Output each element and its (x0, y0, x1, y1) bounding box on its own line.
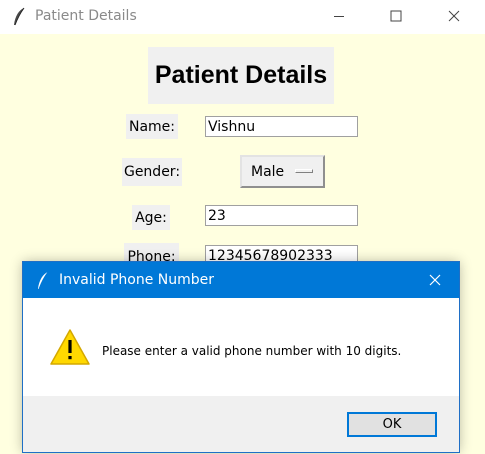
minimize-button[interactable] (316, 0, 362, 32)
error-dialog: Invalid Phone Number Please enter a vali… (23, 262, 459, 452)
maximize-icon (390, 10, 402, 22)
feather-icon (12, 7, 26, 27)
warning-icon (50, 329, 90, 365)
close-button[interactable] (431, 0, 477, 32)
option-menu-indicator-icon (295, 169, 313, 173)
maximize-button[interactable] (373, 0, 419, 32)
age-field[interactable]: 23 (205, 205, 358, 226)
minimize-icon (334, 16, 344, 17)
dialog-body: Please enter a valid phone number with 1… (23, 298, 459, 396)
gender-label: Gender: (122, 158, 182, 186)
name-label: Name: (126, 114, 178, 139)
age-label: Age: (132, 205, 170, 230)
close-icon (448, 10, 460, 22)
feather-icon (36, 271, 50, 291)
name-field[interactable]: Vishnu (205, 116, 358, 137)
close-icon (429, 274, 441, 286)
dialog-title-bar[interactable]: Invalid Phone Number (23, 262, 459, 298)
window-title: Patient Details (35, 8, 137, 24)
gender-select[interactable]: Male (240, 155, 325, 188)
gender-value: Male (251, 163, 285, 180)
dialog-message: Please enter a valid phone number with 1… (102, 344, 402, 358)
ok-button[interactable]: OK (347, 412, 437, 437)
page-heading: Patient Details (148, 47, 334, 104)
title-bar[interactable]: Patient Details (0, 0, 485, 34)
dialog-title: Invalid Phone Number (59, 272, 215, 288)
dialog-close-button[interactable] (421, 266, 449, 294)
